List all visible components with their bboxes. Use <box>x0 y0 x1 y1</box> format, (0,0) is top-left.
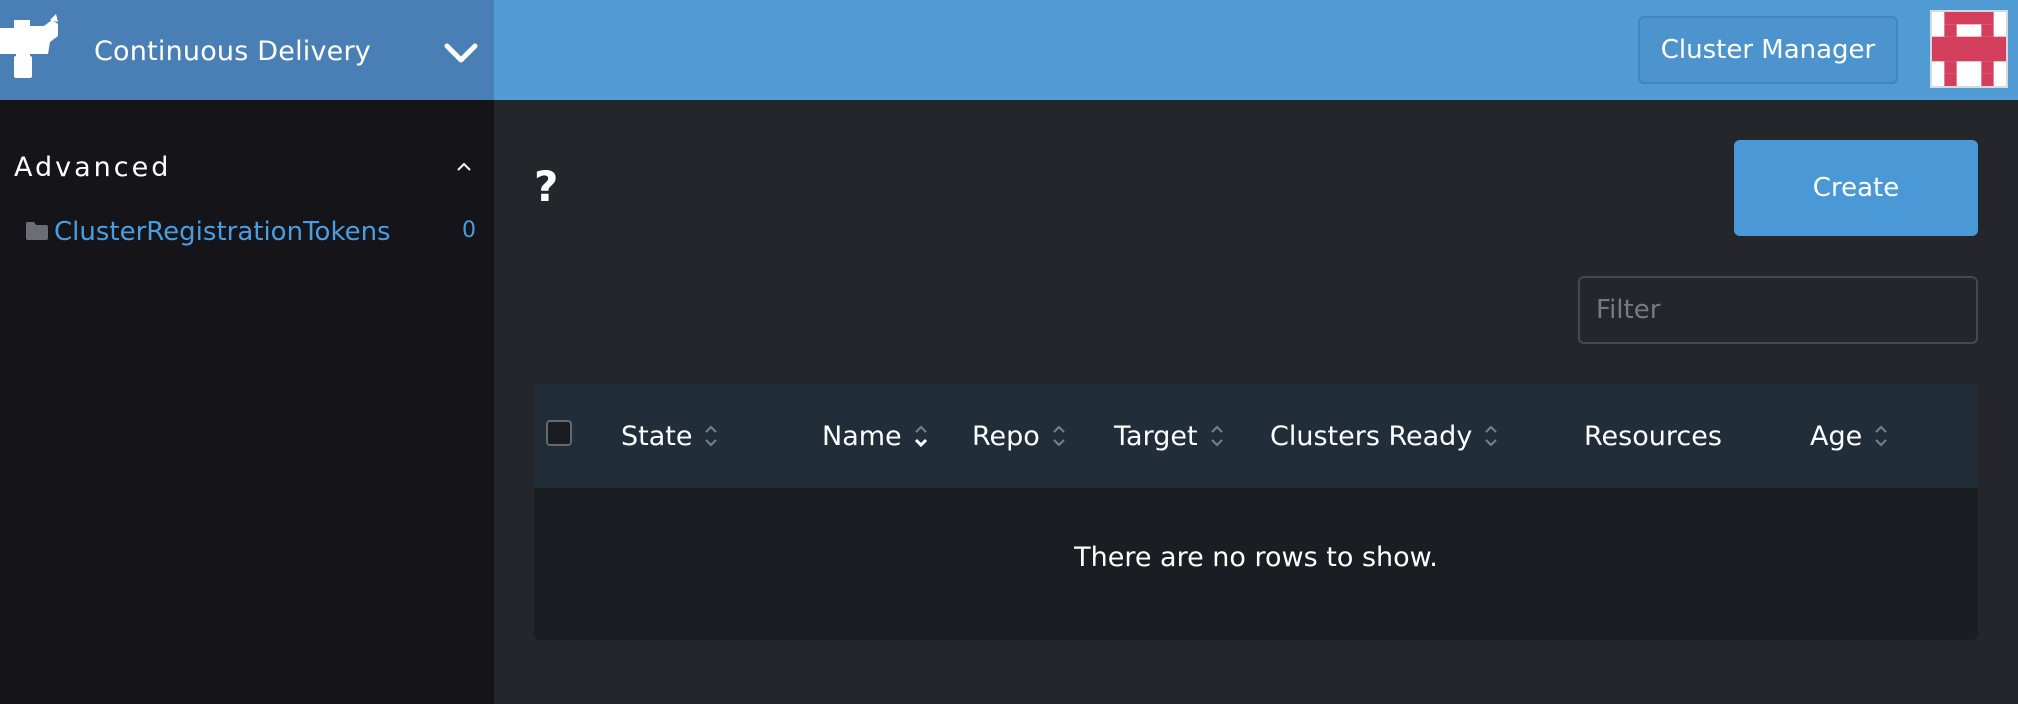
column-header-age[interactable]: Age <box>1810 416 1888 456</box>
sort-icon <box>1210 425 1223 447</box>
filter-input[interactable] <box>1578 276 1978 344</box>
nav-group-title: Advanced <box>14 152 172 183</box>
column-header-name[interactable]: Name <box>822 416 928 456</box>
chevron-down-icon[interactable] <box>444 42 478 66</box>
column-header-label: Target <box>1114 420 1198 452</box>
product-switcher[interactable]: Continuous Delivery <box>0 0 494 100</box>
nav-group-advanced[interactable]: Advanced <box>0 148 494 188</box>
user-avatar[interactable] <box>1930 10 2008 88</box>
column-header-target[interactable]: Target <box>1114 416 1224 456</box>
page-title: ? <box>534 162 559 211</box>
sort-descending-icon <box>914 425 927 448</box>
sidebar-item-count: 0 <box>462 218 476 243</box>
create-button[interactable]: Create <box>1734 140 1978 236</box>
column-header-label: State <box>621 420 693 452</box>
identicon-icon <box>1932 12 2006 86</box>
chevron-up-icon <box>457 162 471 171</box>
column-header-label: Resources <box>1584 420 1722 452</box>
resources-table: State Name Repo Target Clusters Ready Re… <box>534 384 1978 640</box>
column-header-resources: Resources <box>1584 416 1722 456</box>
sort-icon <box>1485 425 1498 447</box>
sidebar-item-label: ClusterRegistrationTokens <box>54 217 391 247</box>
column-header-state[interactable]: State <box>621 416 718 456</box>
select-all-checkbox[interactable] <box>546 420 572 446</box>
sidebar: Continuous Delivery Advanced ClusterRegi… <box>0 0 494 704</box>
rancher-bull-icon <box>0 14 58 78</box>
product-title: Continuous Delivery <box>94 36 371 67</box>
column-header-label: Clusters Ready <box>1270 420 1473 452</box>
cluster-manager-button[interactable]: Cluster Manager <box>1638 16 1898 84</box>
column-header-clusters-ready[interactable]: Clusters Ready <box>1270 416 1498 456</box>
column-header-repo[interactable]: Repo <box>972 416 1066 456</box>
column-header-label: Name <box>822 420 902 452</box>
sort-icon <box>1053 425 1065 447</box>
table-header: State Name Repo Target Clusters Ready Re… <box>534 384 1978 488</box>
sidebar-item-clusterregistrationtokens[interactable]: ClusterRegistrationTokens 0 <box>0 212 494 252</box>
sort-icon <box>1875 425 1887 447</box>
folder-icon <box>26 222 48 240</box>
empty-table-message: There are no rows to show. <box>1074 542 1438 573</box>
column-header-label: Repo <box>972 420 1040 452</box>
column-header-label: Age <box>1810 420 1863 452</box>
sort-icon <box>705 425 718 447</box>
